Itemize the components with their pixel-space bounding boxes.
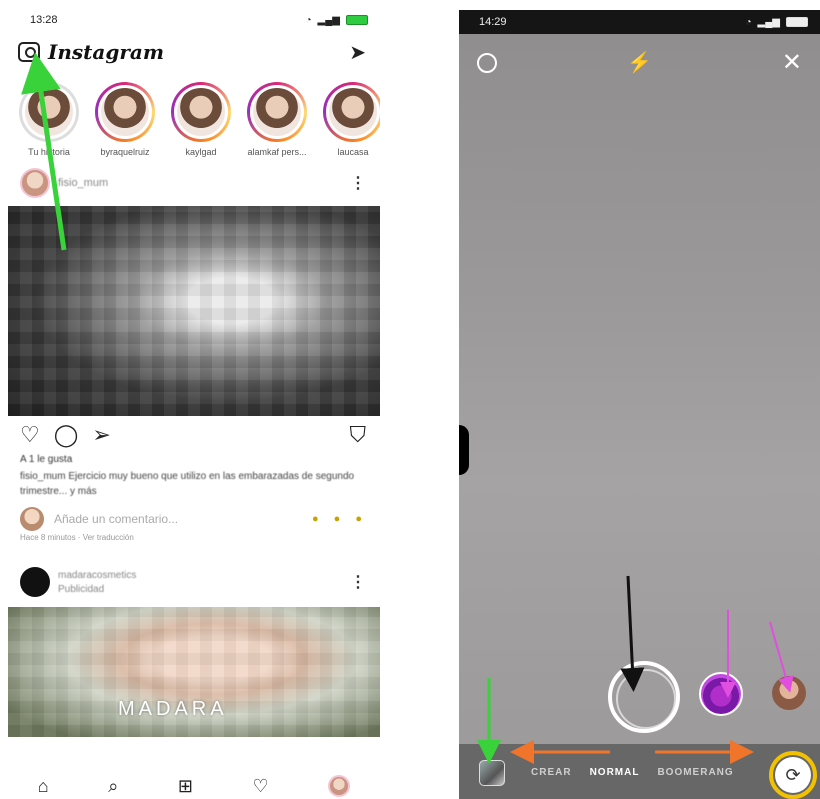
- green-arrow: [21, 52, 67, 251]
- magenta-arrow: [769, 621, 794, 693]
- screenshot-stage: 13:28 ◔ ▂▄▆ Instagram ➤ Tu historia byra…: [0, 0, 820, 799]
- yellow-highlight-ring: [769, 751, 817, 799]
- annotation-overlay: [21, 52, 817, 799]
- black-arrow: [620, 575, 645, 692]
